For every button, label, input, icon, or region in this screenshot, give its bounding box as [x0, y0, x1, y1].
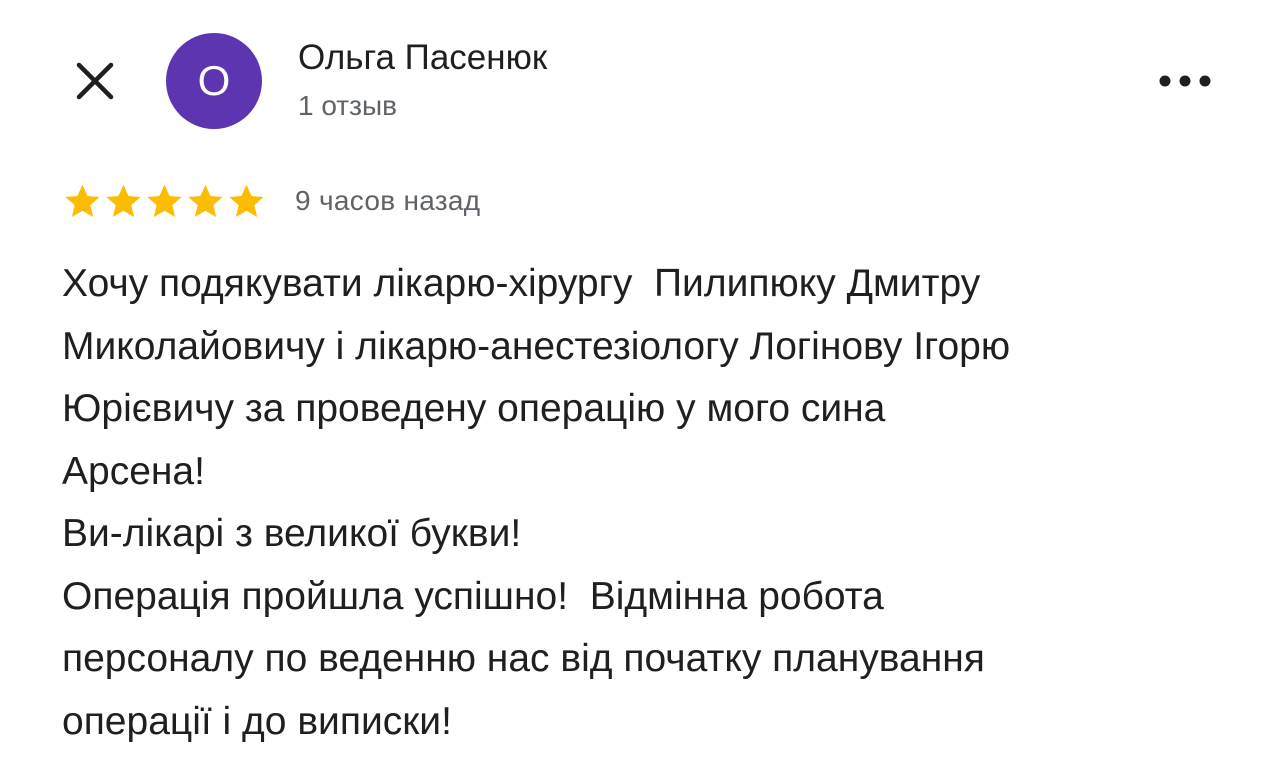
review-count[interactable]: 1 отзыв: [298, 90, 397, 122]
star-icon: [147, 184, 182, 217]
review-text-line: Ви-лікарі з великої букви!: [62, 512, 522, 555]
review-text-line: персоналу по веденню нас від початку пла…: [62, 637, 985, 680]
star-rating: [62, 181, 267, 222]
star-icon: [106, 184, 141, 217]
avatar-initial: О: [197, 57, 231, 104]
rating-row: 9 часов назад: [62, 178, 480, 224]
review-time: 9 часов назад: [295, 185, 481, 216]
review-text-line: Операція пройшла успішно! Відмінна робот…: [62, 574, 884, 618]
more-vert-icon: [1159, 75, 1211, 87]
star-icon: [229, 184, 264, 217]
review-text-line: Миколайовичу і лікарю-анестезіологу Логі…: [62, 324, 1011, 368]
more-options-button[interactable]: [1150, 56, 1220, 106]
close-icon: [76, 62, 114, 100]
review-text: Хочу подякувати лікарю-хірургу Пилипюку …: [62, 253, 1242, 753]
close-button[interactable]: [68, 54, 122, 108]
avatar[interactable]: О: [166, 33, 262, 129]
review-text-line: Арсена!: [62, 449, 205, 493]
review-text-line: операції і до виписки!: [62, 699, 452, 743]
star-icon: [188, 184, 223, 217]
review-text-line: Юрієвичу за проведену операцію у мого си…: [62, 387, 886, 430]
author-name[interactable]: Ольга Пасенюк: [298, 38, 547, 78]
star-icon: [65, 184, 100, 217]
review-text-line: Хочу подякувати лікарю-хірургу Пилипюку …: [62, 262, 981, 305]
